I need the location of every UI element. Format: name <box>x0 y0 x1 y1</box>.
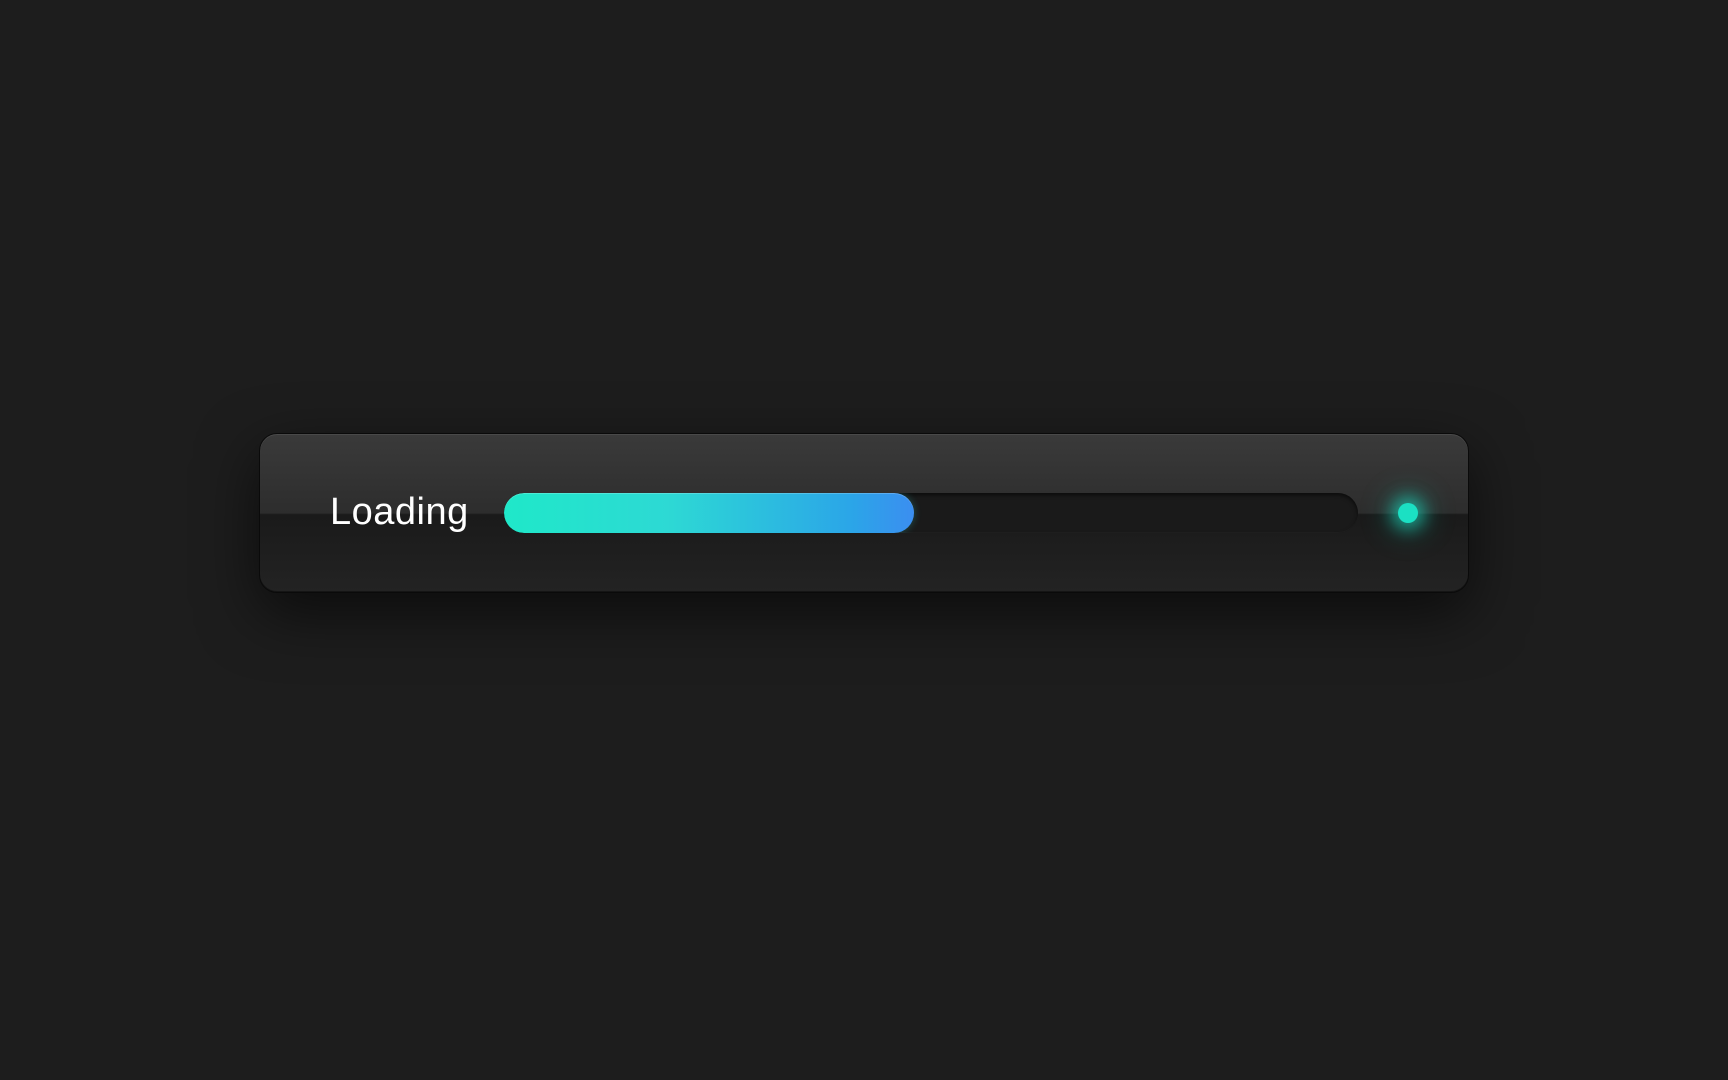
progress-bar <box>504 493 1358 533</box>
loading-label: Loading <box>330 491 469 534</box>
loading-panel: Loading <box>259 433 1469 593</box>
status-indicator-icon <box>1398 503 1418 523</box>
progress-fill <box>504 493 914 533</box>
